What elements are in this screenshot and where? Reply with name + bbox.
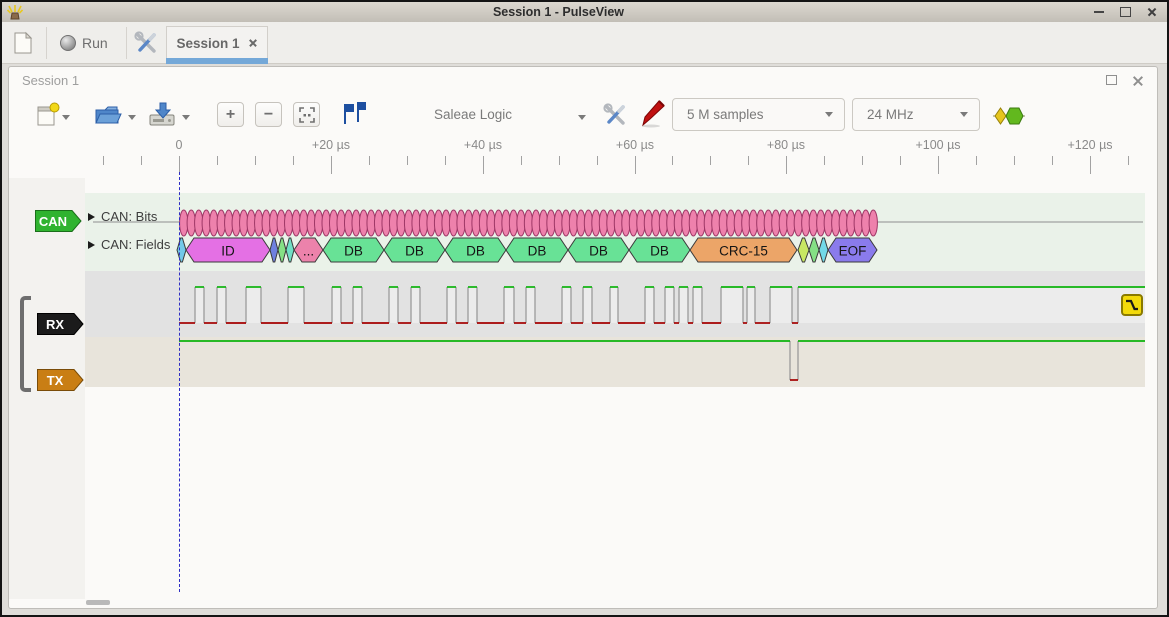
maximize-icon[interactable] (1120, 7, 1131, 17)
svg-text:DB: DB (589, 244, 608, 259)
channel-tag-tx[interactable]: TX (37, 369, 85, 391)
ruler-tick (369, 156, 370, 165)
ruler-tick-label: +80 µs (746, 138, 826, 152)
ruler-tick (255, 156, 256, 165)
run-icon[interactable] (60, 35, 76, 51)
expand-arrow-icon[interactable] (88, 213, 95, 221)
ruler-tick (1128, 156, 1129, 165)
ruler-tick-label: +40 µs (443, 138, 523, 152)
ruler-tick (900, 156, 901, 165)
svg-text:EOF: EOF (839, 244, 867, 259)
can-field-annotation[interactable] (798, 238, 809, 262)
ruler-tick (445, 156, 446, 165)
svg-text:DB: DB (466, 244, 485, 259)
ruler-tick-label: 0 (139, 138, 219, 152)
ruler-tick (597, 156, 598, 165)
app-icon (7, 4, 23, 20)
ruler-tick (293, 156, 294, 165)
decoder-row-bits[interactable]: CAN: Bits (88, 209, 157, 224)
separator (126, 27, 127, 59)
settings-wrench-icon[interactable] (134, 31, 158, 55)
can-fields-row[interactable]: ID... DB DB DB DB DB DB CRC-15 EOF (177, 238, 877, 262)
ruler-tick-label: +20 µs (291, 138, 371, 152)
ruler-tick (862, 156, 863, 165)
svg-text:TX: TX (47, 373, 64, 388)
decoder-row-fields[interactable]: CAN: Fields (88, 237, 170, 252)
ruler-tick (672, 156, 673, 165)
tab-session-1[interactable]: Session 1 (166, 26, 268, 59)
svg-text:CRC-15: CRC-15 (719, 244, 768, 259)
mdi-area: Session 1 + − (2, 64, 1167, 615)
ruler-tick-label: +60 µs (595, 138, 675, 152)
horizontal-scrollbar-handle[interactable] (86, 600, 110, 605)
titlebar: Session 1 - PulseView (2, 2, 1167, 22)
ruler-tick (976, 156, 977, 165)
svg-text:RX: RX (46, 317, 64, 332)
ruler-tick (710, 156, 711, 165)
ruler-tick (1014, 156, 1015, 165)
can-bits-row[interactable] (180, 210, 878, 236)
trigger-marker[interactable] (1121, 294, 1143, 316)
rx-wave[interactable] (179, 287, 1145, 323)
can-field-annotation[interactable] (809, 238, 819, 262)
svg-text:DB: DB (405, 244, 424, 259)
channel-group-bracket (20, 296, 31, 392)
tab-label: Session 1 (176, 36, 239, 51)
decoder-tag-can[interactable]: CAN (35, 210, 83, 232)
ruler-tick (1052, 156, 1053, 165)
svg-text:ID: ID (221, 244, 235, 259)
can-field-annotation[interactable] (270, 238, 278, 262)
window-title: Session 1 - PulseView (23, 5, 1094, 19)
ruler-tick (483, 156, 484, 174)
new-session-icon[interactable] (12, 31, 34, 55)
run-button[interactable]: Run (82, 35, 108, 51)
svg-text:CAN: CAN (39, 214, 67, 229)
ruler-tick (1090, 156, 1091, 174)
close-icon[interactable] (1147, 7, 1157, 17)
ruler-tick (407, 156, 408, 165)
decoder-row-fields-label: CAN: Fields (101, 237, 170, 252)
can-field-annotation[interactable] (278, 238, 286, 262)
ruler-tick (824, 156, 825, 165)
svg-text:DB: DB (344, 244, 363, 259)
tx-wave[interactable] (179, 341, 1145, 380)
can-field-annotation[interactable] (286, 238, 294, 262)
ruler-tick-label: +120 µs (1050, 138, 1130, 152)
falling-edge-icon (1124, 297, 1140, 313)
channel-tag-rx[interactable]: RX (37, 313, 85, 335)
ruler-tick (141, 156, 142, 165)
expand-arrow-icon[interactable] (88, 241, 95, 249)
decoder-row-bits-label: CAN: Bits (101, 209, 157, 224)
time-ruler[interactable]: 0 +20 µs +40 µs +60 µs +80 µs +100 µs +120 µs (2, 64, 1167, 174)
time-cursor[interactable] (179, 172, 180, 592)
ruler-tick (786, 156, 787, 174)
ruler-tick-label: +100 µs (898, 138, 978, 152)
ruler-tick (521, 156, 522, 165)
main-toolbar: Run Session 1 (2, 22, 1167, 64)
ruler-tick (635, 156, 636, 174)
ruler-tick (938, 156, 939, 174)
svg-text:...: ... (303, 244, 314, 259)
can-field-annotation[interactable] (819, 238, 828, 262)
svg-text:DB: DB (650, 244, 669, 259)
trace-plot[interactable]: ID... DB DB DB DB DB DB CRC-15 EOF (85, 178, 1145, 598)
ruler-tick (559, 156, 560, 165)
ruler-tick (103, 156, 104, 165)
ruler-tick (217, 156, 218, 165)
separator (46, 27, 47, 59)
svg-text:DB: DB (528, 244, 547, 259)
tab-close-icon[interactable] (249, 39, 258, 48)
ruler-tick (748, 156, 749, 165)
minimize-icon[interactable] (1094, 11, 1104, 13)
ruler-tick (331, 156, 332, 174)
pulseview-window: Session 1 - PulseView Run Session 1 (0, 0, 1169, 617)
